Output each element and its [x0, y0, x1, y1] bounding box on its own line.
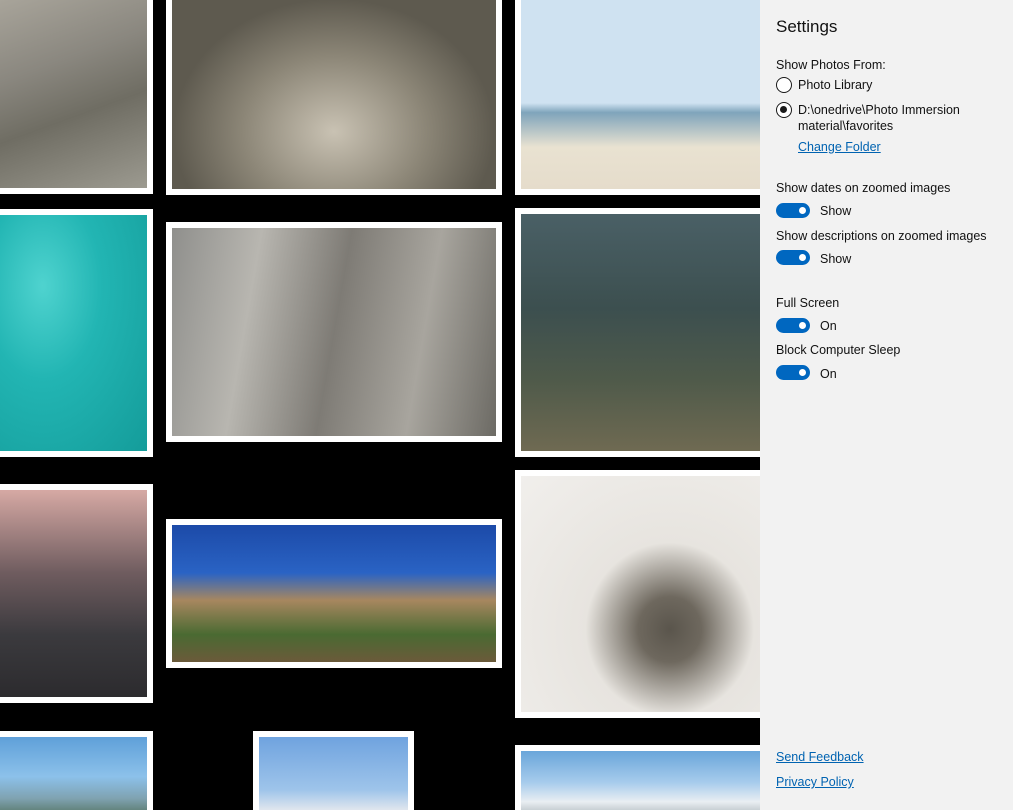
photo-image [0, 0, 147, 188]
full-screen-toggle[interactable] [776, 318, 810, 333]
photo-image [172, 228, 496, 436]
show-descriptions-toggle[interactable] [776, 250, 810, 265]
photo-image [0, 490, 147, 697]
change-folder-link[interactable]: Change Folder [798, 140, 881, 154]
show-photos-from-label: Show Photos From: [776, 58, 886, 72]
block-sleep-label: Block Computer Sleep [776, 343, 901, 357]
radio-label-line2: material\favorites [798, 119, 894, 133]
photo-image [0, 215, 147, 451]
photo-tile[interactable] [0, 209, 153, 457]
show-dates-value: Show [820, 204, 852, 218]
photo-tile[interactable] [0, 731, 153, 810]
show-dates-toggle[interactable] [776, 203, 810, 218]
block-sleep-value: On [820, 367, 837, 381]
photo-tile[interactable] [0, 484, 153, 703]
photo-tile[interactable] [166, 222, 502, 442]
show-dates-label: Show dates on zoomed images [776, 181, 951, 195]
photo-gallery [0, 0, 760, 810]
radio-button[interactable] [776, 102, 792, 118]
block-sleep-toggle[interactable] [776, 365, 810, 380]
photo-image [172, 525, 496, 662]
photo-tile[interactable] [515, 470, 760, 718]
photo-image [521, 751, 760, 810]
photo-tile[interactable] [515, 0, 760, 195]
photo-image [172, 0, 496, 189]
privacy-policy-link[interactable]: Privacy Policy [776, 775, 854, 789]
photo-tile[interactable] [0, 0, 153, 194]
photo-tile[interactable] [515, 745, 760, 810]
radio-label-line1: D:\onedrive\Photo Immersion [798, 103, 960, 117]
settings-pane: Settings Show Photos From: Photo Library… [760, 0, 1013, 810]
photo-image [521, 476, 760, 712]
settings-title: Settings [776, 17, 838, 36]
send-feedback-link[interactable]: Send Feedback [776, 750, 864, 764]
full-screen-value: On [820, 319, 837, 333]
radio-button[interactable] [776, 77, 792, 93]
photo-image [0, 737, 147, 810]
show-descriptions-value: Show [820, 252, 852, 266]
photo-image [521, 214, 760, 451]
radio-label: Photo Library [798, 78, 873, 92]
photo-tile[interactable] [166, 0, 502, 195]
photo-tile[interactable] [515, 208, 760, 457]
photo-image [259, 737, 408, 810]
show-descriptions-label: Show descriptions on zoomed images [776, 229, 987, 243]
photo-image [521, 0, 760, 189]
photo-tile[interactable] [253, 731, 414, 810]
full-screen-label: Full Screen [776, 296, 840, 310]
photo-tile[interactable] [166, 519, 502, 668]
